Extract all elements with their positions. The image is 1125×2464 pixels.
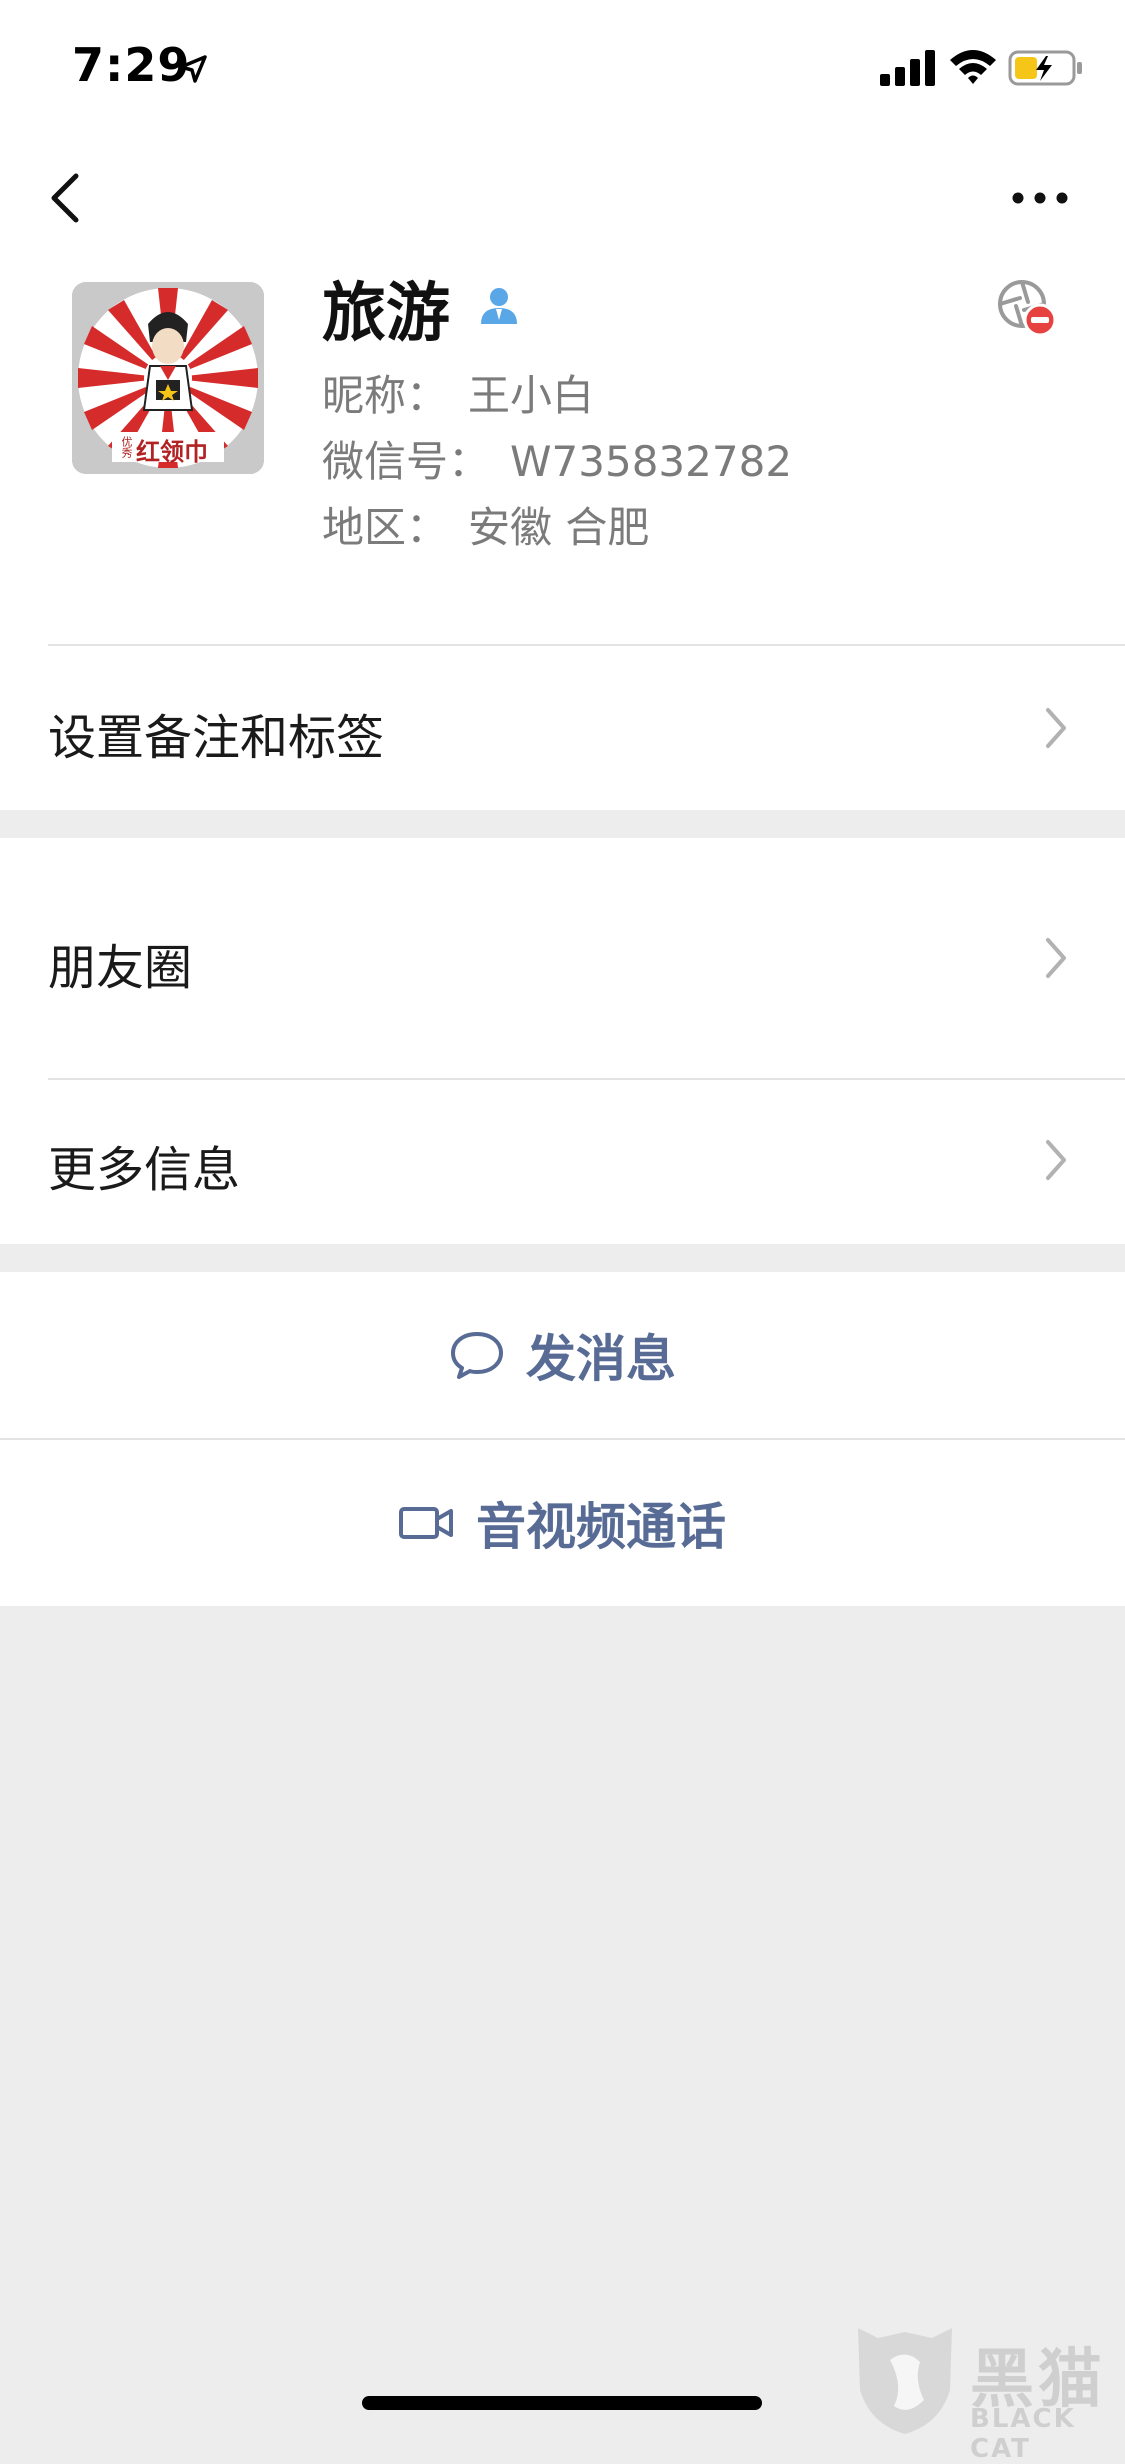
nickname-label: 昵称： [322,371,449,420]
region-label: 地区： [322,503,449,552]
nickname-row: 昵称： 王小白 [322,362,594,423]
wechat-id-value: W735832782 [510,437,793,486]
moments-cell[interactable]: 朋友圈 [0,838,1125,1078]
signal-icon [880,50,935,86]
remark-tags-label: 设置备注和标签 [48,710,385,766]
wifi-icon [950,50,996,84]
moments-label: 朋友圈 [48,940,193,996]
remark-tags-cell[interactable]: 设置备注和标签 [0,646,1125,810]
wechat-id-row: 微信号： W735832782 [322,428,792,489]
contact-name: 旅游 [322,277,450,351]
video-call-label: 音视频通话 [476,1498,726,1556]
cat-shield-logo [858,2328,952,2434]
chevron-right-icon [1046,708,1066,748]
battery-charging-icon [1008,50,1082,86]
video-camera-icon [399,1507,453,1539]
divider [48,1078,1125,1080]
more-button[interactable] [1010,188,1070,208]
chat-bubble-icon [451,1332,503,1379]
nickname-value: 王小白 [468,371,595,420]
more-info-label: 更多信息 [48,1142,241,1198]
avatar-caption: 红领巾 [136,437,208,466]
more-info-cell[interactable]: 更多信息 [0,1078,1125,1244]
watermark-en: BLACK CAT [970,2404,1076,2464]
avatar[interactable]: 红领巾 优秀 [72,282,264,474]
chevron-right-icon [1046,938,1066,978]
chevron-right-icon [1046,1140,1066,1180]
back-button[interactable] [46,170,86,226]
region-row: 地区： 安徽 合肥 [322,494,649,555]
region-value: 安徽 合肥 [468,503,650,552]
avatar-small-caption: 优秀 [120,436,133,458]
location-arrow-icon [179,55,207,83]
video-call-button[interactable]: 音视频通话 [0,1440,1125,1606]
contact-person-icon [481,288,517,324]
home-indicator[interactable] [362,2396,762,2410]
moments-blocked-icon[interactable] [996,278,1058,338]
status-time: 7:29 [72,38,191,92]
send-message-label: 发消息 [526,1330,676,1388]
watermark: 黑猫 BLACK CAT [850,2320,1120,2464]
wechat-id-label: 微信号： [322,437,491,486]
send-message-button[interactable]: 发消息 [0,1272,1125,1438]
